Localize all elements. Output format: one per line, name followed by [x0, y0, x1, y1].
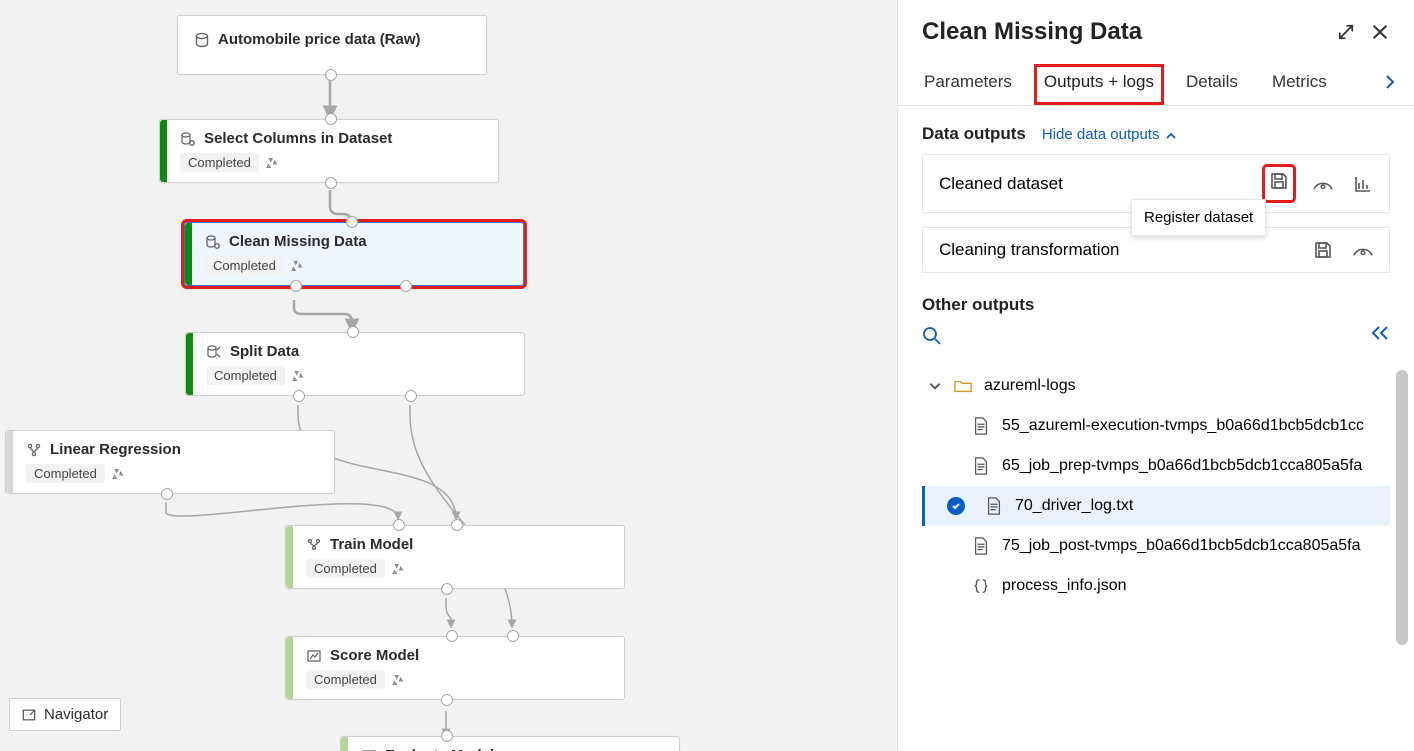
node-select-columns[interactable]: Select Columns in Dataset Completed	[159, 119, 499, 183]
tree-file[interactable]: 65_job_prep-tvmps_b0a66d1bcb5dcb1cca805a…	[922, 446, 1390, 486]
tree-label: 75_job_post-tvmps_b0a66d1bcb5dcb1cca805a…	[1002, 537, 1361, 555]
node-title: Evaluate Model	[385, 747, 494, 751]
tree-folder-azureml-logs[interactable]: azureml-logs	[922, 366, 1390, 406]
split-icon	[206, 344, 222, 360]
tab-parameters[interactable]: Parameters	[922, 64, 1014, 105]
recycle-icon	[290, 259, 304, 273]
status-badge: Completed	[205, 256, 284, 275]
navigator-label: Navigator	[44, 706, 108, 723]
pipeline-canvas[interactable]: Automobile price data (Raw) Select Colum…	[0, 0, 897, 751]
node-title: Automobile price data (Raw)	[218, 31, 421, 48]
status-badge: Completed	[180, 153, 259, 172]
register-dataset-tooltip: Register dataset	[1131, 199, 1266, 236]
chevron-down-icon	[928, 379, 942, 393]
hide-data-outputs[interactable]: Hide data outputs	[1042, 126, 1178, 143]
status-badge: Completed	[206, 366, 285, 385]
tree-file-selected[interactable]: 70_driver_log.txt	[922, 486, 1390, 526]
model-icon	[26, 442, 42, 458]
file-icon	[972, 457, 990, 475]
data-outputs-label: Data outputs	[922, 124, 1026, 144]
node-title: Split Data	[230, 343, 299, 360]
details-panel: Clean Missing Data Parameters Outputs + …	[897, 0, 1414, 751]
node-title: Linear Regression	[50, 441, 181, 458]
train-icon	[306, 537, 322, 553]
tree-label: azureml-logs	[984, 377, 1076, 395]
tree-file[interactable]: process_info.json	[922, 566, 1390, 606]
tree-label: 55_azureml-execution-tvmps_b0a66d1bcb5dc…	[1002, 417, 1364, 435]
expand-icon[interactable]	[1336, 22, 1356, 42]
tab-outputs-logs[interactable]: Outputs + logs	[1034, 64, 1164, 105]
register-dataset-button[interactable]	[1265, 167, 1293, 200]
evaluate-icon	[361, 748, 377, 751]
tree-label: 70_driver_log.txt	[1015, 497, 1133, 515]
node-score-model[interactable]: Score Model Completed	[285, 636, 625, 700]
file-icon	[985, 497, 1003, 515]
save-icon[interactable]	[1313, 240, 1333, 260]
tree-scrollbar[interactable]	[1396, 370, 1408, 645]
tree-file[interactable]: 55_azureml-execution-tvmps_b0a66d1bcb5dc…	[922, 406, 1390, 446]
braces-icon	[972, 577, 990, 595]
recycle-icon	[291, 369, 305, 383]
tabs-scroll-right[interactable]	[1376, 68, 1404, 101]
dataset-icon	[194, 32, 210, 48]
recycle-icon	[111, 467, 125, 481]
node-train-model[interactable]: Train Model Completed	[285, 525, 625, 589]
tab-metrics[interactable]: Metrics	[1270, 64, 1329, 105]
status-badge: Completed	[26, 464, 105, 483]
preview-icon[interactable]	[1313, 174, 1333, 194]
recycle-icon	[391, 562, 405, 576]
file-tree: azureml-logs 55_azureml-execution-tvmps_…	[922, 366, 1390, 606]
node-title: Train Model	[330, 536, 413, 553]
tree-label: 65_job_prep-tvmps_b0a66d1bcb5dcb1cca805a…	[1002, 457, 1362, 475]
columns-icon	[180, 131, 196, 147]
node-title: Select Columns in Dataset	[204, 130, 392, 147]
node-automobile-price-data[interactable]: Automobile price data (Raw)	[177, 15, 487, 75]
preview-icon[interactable]	[1353, 240, 1373, 260]
node-evaluate-model[interactable]: Evaluate Model	[340, 736, 680, 751]
node-linear-regression[interactable]: Linear Regression Completed	[5, 430, 335, 494]
save-icon	[1269, 171, 1289, 191]
tree-file[interactable]: 75_job_post-tvmps_b0a66d1bcb5dcb1cca805a…	[922, 526, 1390, 566]
check-icon	[947, 497, 965, 515]
tab-details[interactable]: Details	[1184, 64, 1240, 105]
node-split-data[interactable]: Split Data Completed	[185, 332, 525, 396]
score-icon	[306, 648, 322, 664]
search-icon[interactable]	[922, 326, 942, 346]
node-title: Score Model	[330, 647, 419, 664]
close-icon[interactable]	[1370, 22, 1390, 42]
tree-label: process_info.json	[1002, 577, 1127, 595]
output-name: Cleaning transformation	[939, 240, 1119, 260]
visualize-icon[interactable]	[1353, 174, 1373, 194]
collapse-tree-icon[interactable]	[1370, 325, 1390, 346]
columns-icon	[205, 234, 221, 250]
node-title: Clean Missing Data	[229, 233, 367, 250]
navigator-button[interactable]: Navigator	[9, 698, 121, 731]
recycle-icon	[265, 156, 279, 170]
file-icon	[972, 537, 990, 555]
node-clean-missing-data[interactable]: Clean Missing Data Completed	[184, 222, 524, 286]
panel-title: Clean Missing Data	[922, 18, 1322, 46]
panel-tabs: Parameters Outputs + logs Details Metric…	[898, 64, 1414, 106]
status-badge: Completed	[306, 559, 385, 578]
other-outputs-label: Other outputs	[922, 295, 1034, 315]
folder-icon	[954, 377, 972, 395]
file-icon	[972, 417, 990, 435]
recycle-icon	[391, 673, 405, 687]
output-name: Cleaned dataset	[939, 174, 1063, 194]
output-cleaned-dataset: Cleaned dataset Register dataset	[922, 154, 1390, 213]
navigator-icon	[22, 708, 36, 722]
status-badge: Completed	[306, 670, 385, 689]
